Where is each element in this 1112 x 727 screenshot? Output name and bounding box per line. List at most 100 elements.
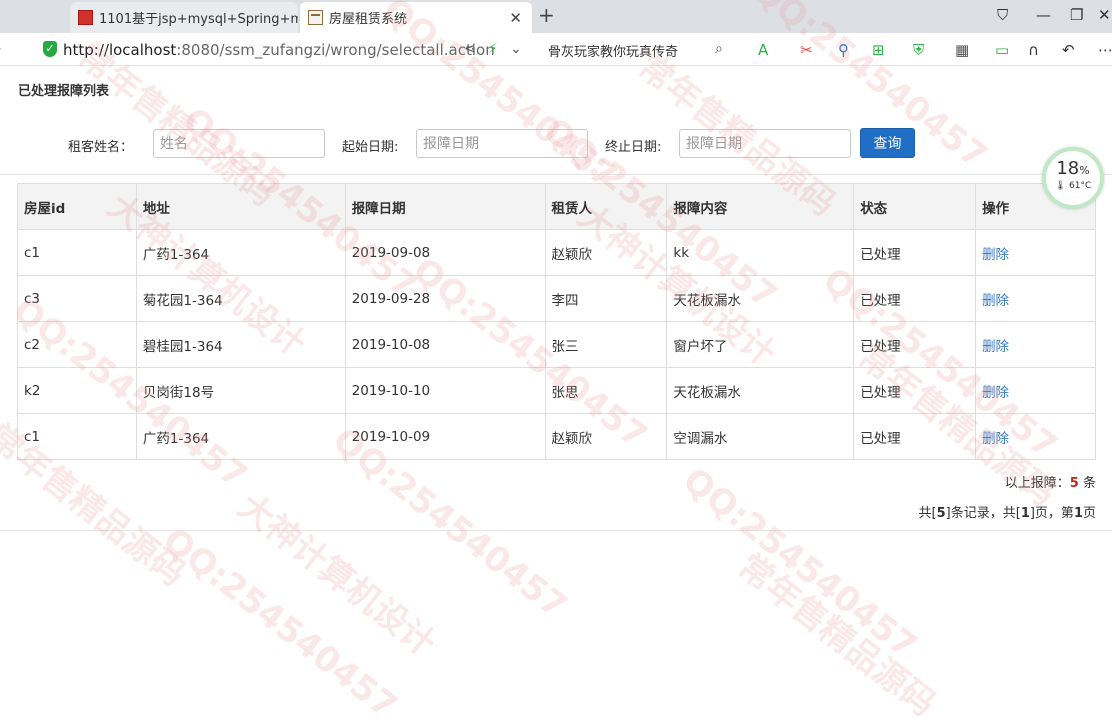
start-date-input[interactable]	[416, 129, 588, 158]
cell-address: 广药1-364	[135, 413, 346, 460]
more-icon[interactable]: ⋯	[1098, 41, 1112, 59]
cell-tenant: 赵颖欣	[544, 229, 668, 276]
cell-report-date: 2019-09-08	[344, 229, 546, 276]
cell-content: 天花板漏水	[666, 275, 855, 322]
search-box[interactable]: 骨灰玩家教你玩真传奇	[548, 41, 678, 60]
tab-title: 房屋租赁系统	[329, 12, 408, 27]
cell-report-date: 2019-10-10	[344, 367, 546, 414]
cell-tenant: 赵颖欣	[544, 413, 668, 460]
total-prefix: 以上报障：	[1004, 476, 1070, 491]
record-count: 5	[936, 506, 946, 521]
battery-icon[interactable]: ▭	[995, 41, 1009, 59]
cell-house-id: c1	[17, 413, 137, 460]
cell-house-id: c3	[17, 275, 137, 322]
cpu-percent: 18	[1056, 158, 1080, 179]
end-date-label: 终止日期:	[605, 140, 662, 155]
tab-rental-system[interactable]: 房屋租赁系统 ✕	[300, 2, 532, 33]
scissors-icon[interactable]: ✂	[800, 41, 813, 59]
security-shield-icon[interactable]: ⛨	[913, 41, 924, 59]
cell-tenant: 张思	[544, 367, 668, 414]
cell-address: 菊花园1-364	[135, 275, 346, 322]
col-header-house-id: 房屋id	[17, 183, 137, 230]
col-header-report-date: 报障日期	[344, 183, 546, 230]
minimize-icon[interactable]: —	[1036, 6, 1051, 24]
col-header-tenant: 租赁人	[544, 183, 668, 230]
col-header-status: 状态	[853, 183, 977, 230]
watermark-text: 大神计算机设计	[230, 486, 443, 665]
fault-report-table: 房屋id 地址 报障日期 租赁人 报障内容 状态 操作 c1 广药1-364 2…	[17, 183, 1096, 460]
url-field[interactable]: http://localhost:8080/ssm_zufangzi/wrong…	[63, 41, 495, 59]
cell-status: 已处理	[853, 321, 977, 368]
cell-content: kk	[666, 229, 855, 276]
tab-bar: 1101基于jsp+mysql+Spring+m 房屋租赁系统 ✕ + ⛉ — …	[0, 0, 1112, 33]
shirt-skin-icon[interactable]: ⛉	[997, 6, 1008, 24]
back-icon[interactable]: ›	[0, 41, 2, 57]
cell-action: 删除	[975, 367, 1096, 414]
secure-shield-icon: ✓	[43, 41, 57, 57]
total-suffix: 条	[1082, 476, 1096, 491]
gamepad-icon[interactable]: ⊞	[872, 41, 885, 59]
cell-status: 已处理	[853, 229, 977, 276]
cell-report-date: 2019-09-28	[344, 275, 546, 322]
cell-action: 删除	[975, 229, 1096, 276]
undo-icon[interactable]: ↶	[1062, 41, 1075, 59]
url-host: http://localhost	[63, 41, 177, 59]
cell-action: 删除	[975, 321, 1096, 368]
tenant-name-label: 租客姓名：	[68, 140, 134, 155]
close-tab-icon[interactable]: ✕	[509, 9, 522, 27]
cell-address: 贝岗街18号	[135, 367, 346, 414]
end-date-input[interactable]	[679, 129, 851, 158]
lightning-icon[interactable]: ⚡	[488, 41, 498, 57]
pager-text: ]页，第	[1029, 506, 1074, 521]
translate-icon[interactable]: A	[758, 41, 768, 59]
cell-report-date: 2019-10-08	[344, 321, 546, 368]
share-icon[interactable]: ⋖	[464, 41, 476, 57]
cell-house-id: c1	[17, 229, 137, 276]
search-icon[interactable]: ⌕	[715, 41, 723, 57]
cell-status: 已处理	[853, 413, 977, 460]
cell-address: 碧桂园1-364	[135, 321, 346, 368]
col-header-address: 地址	[135, 183, 346, 230]
pager-text: 共[	[918, 506, 937, 521]
new-tab-icon[interactable]: +	[538, 3, 555, 27]
chevron-down-icon[interactable]: ⌄	[510, 41, 522, 57]
table-header-row: 房屋id 地址 报障日期 租赁人 报障内容 状态 操作	[17, 183, 1096, 230]
cell-action: 删除	[975, 413, 1096, 460]
cell-action: 删除	[975, 275, 1096, 322]
pagination-info: 共[5]条记录，共[1]页，第1页	[919, 502, 1096, 521]
cpu-temperature: 61°C	[1069, 181, 1092, 191]
cell-content: 空调漏水	[666, 413, 855, 460]
delete-link[interactable]: 删除	[982, 247, 1009, 263]
table-row: c1 广药1-364 2019-10-09 赵颖欣 空调漏水 已处理 删除	[17, 413, 1096, 460]
cell-tenant: 张三	[544, 321, 668, 368]
watermark-text: QQ:254540457	[155, 520, 405, 727]
cell-house-id: c2	[17, 321, 137, 368]
close-window-icon[interactable]: ✕	[1098, 6, 1111, 24]
table-row: c3 菊花园1-364 2019-09-28 李四 天花板漏水 已处理 删除	[17, 275, 1096, 322]
url-path: :8080/ssm_zufangzi/wrong/selectall.actio…	[176, 41, 495, 59]
apps-grid-icon[interactable]: ▦	[955, 41, 969, 59]
house-favicon-icon	[308, 10, 323, 25]
tab-jsp-project[interactable]: 1101基于jsp+mysql+Spring+m	[70, 2, 298, 33]
cell-house-id: k2	[17, 367, 137, 414]
delete-link[interactable]: 删除	[982, 431, 1009, 447]
cell-tenant: 李四	[544, 275, 668, 322]
watermark-text: QQ:254540457	[675, 460, 925, 667]
query-button[interactable]: 查询	[860, 128, 915, 158]
cell-address: 广药1-364	[135, 229, 346, 276]
headphones-icon[interactable]: ∩	[1028, 41, 1039, 59]
report-total: 以上报障：5 条	[1005, 472, 1096, 491]
cpu-usage-widget[interactable]: 18% 🌡 61°C	[1042, 147, 1104, 209]
table-row: c1 广药1-364 2019-09-08 赵颖欣 kk 已处理 删除	[17, 229, 1096, 276]
delete-link[interactable]: 删除	[982, 339, 1009, 355]
footer-divider	[0, 530, 1112, 531]
cpu-unit: %	[1079, 164, 1090, 177]
tab-title: 1101基于jsp+mysql+Spring+m	[99, 12, 298, 27]
delete-link[interactable]: 删除	[982, 385, 1009, 401]
delete-link[interactable]: 删除	[982, 293, 1009, 309]
maximize-icon[interactable]: ❐	[1070, 6, 1083, 24]
page-count: 1	[1020, 506, 1030, 521]
current-page: 1	[1073, 506, 1083, 521]
magnifier-icon[interactable]: ⚲	[838, 41, 849, 59]
tenant-name-input[interactable]	[153, 129, 325, 158]
